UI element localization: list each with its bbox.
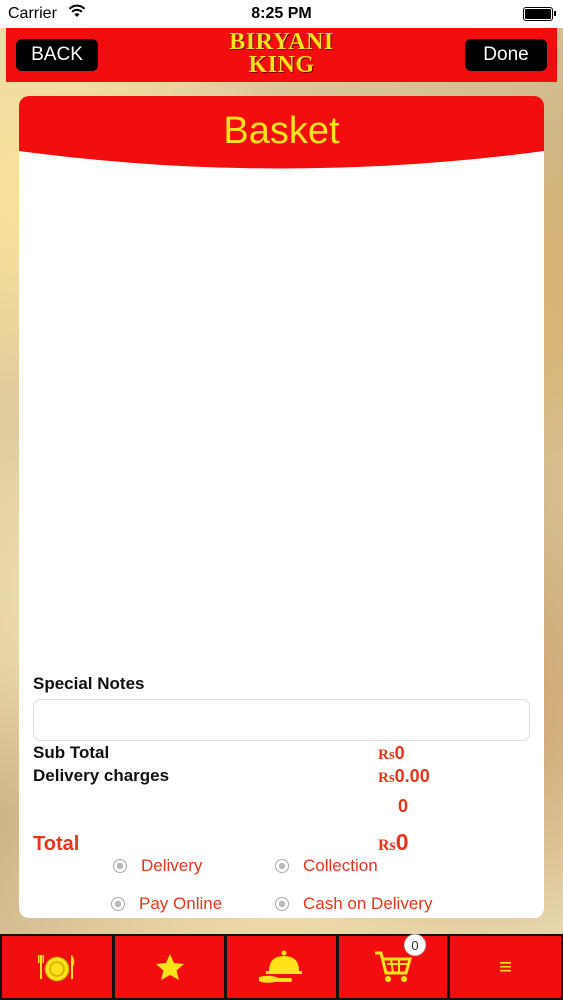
cash-on-delivery-option[interactable]: Cash on Delivery <box>275 894 432 914</box>
delivery-charges-value: 0.00 <box>394 766 430 786</box>
currency-label: Rs <box>378 770 395 786</box>
tab-orders[interactable] <box>227 936 336 998</box>
tab-more[interactable]: ≡ <box>450 936 561 998</box>
cloche-icon <box>258 950 302 983</box>
total-label: Total <box>33 833 80 855</box>
delivery-charges-amount: Rs0.00 <box>378 766 430 787</box>
collection-option[interactable]: Collection <box>275 856 378 876</box>
subtotal-amount: Rs0 <box>378 743 405 764</box>
radio-icon[interactable] <box>275 859 289 873</box>
basket-title: Basket <box>223 110 340 152</box>
tab-menu-food[interactable] <box>2 936 112 998</box>
special-notes-input[interactable] <box>33 699 530 741</box>
star-icon <box>155 954 184 980</box>
subtotal-value: 0 <box>394 743 405 763</box>
menu-icon: ≡ <box>499 954 512 979</box>
clock: 8:25 PM <box>251 5 312 22</box>
cart-icon <box>375 951 412 982</box>
done-button[interactable]: Done <box>465 39 547 71</box>
battery-icon <box>523 7 556 21</box>
navigation-bar: BACK BIRYANI KING Done <box>6 28 557 82</box>
total-amount: Rs0 <box>378 829 409 856</box>
currency-label: Rs <box>378 747 395 763</box>
special-notes-label: Special Notes <box>33 674 145 693</box>
delivery-option[interactable]: Delivery <box>113 856 202 876</box>
status-bar: Carrier 8:25 PM <box>0 0 563 28</box>
currency-label: Rs <box>378 837 396 854</box>
cart-count-badge: 0 <box>404 934 426 956</box>
tab-cart[interactable] <box>339 936 447 998</box>
subtotal-label: Sub Total <box>33 743 110 762</box>
radio-icon[interactable] <box>113 859 127 873</box>
delivery-charges-label: Delivery charges <box>33 766 170 785</box>
pay-online-option-label: Pay Online <box>139 894 223 913</box>
tab-favourites[interactable] <box>115 936 224 998</box>
basket-header: Basket <box>19 96 544 172</box>
food-plate-icon <box>38 955 75 982</box>
pay-online-option[interactable]: Pay Online <box>111 894 222 914</box>
radio-icon[interactable] <box>275 897 289 911</box>
basket-card: Basket Special Notes Sub Total Rs0 Deliv… <box>19 96 544 918</box>
cash-on-delivery-option-label: Cash on Delivery <box>303 894 433 913</box>
extra-amount: 0 <box>398 796 409 816</box>
total-value: 0 <box>395 829 409 855</box>
collection-option-label: Collection <box>303 856 378 875</box>
delivery-option-label: Delivery <box>141 856 203 875</box>
tab-bar: ≡ <box>0 934 563 1000</box>
radio-icon[interactable] <box>111 897 125 911</box>
